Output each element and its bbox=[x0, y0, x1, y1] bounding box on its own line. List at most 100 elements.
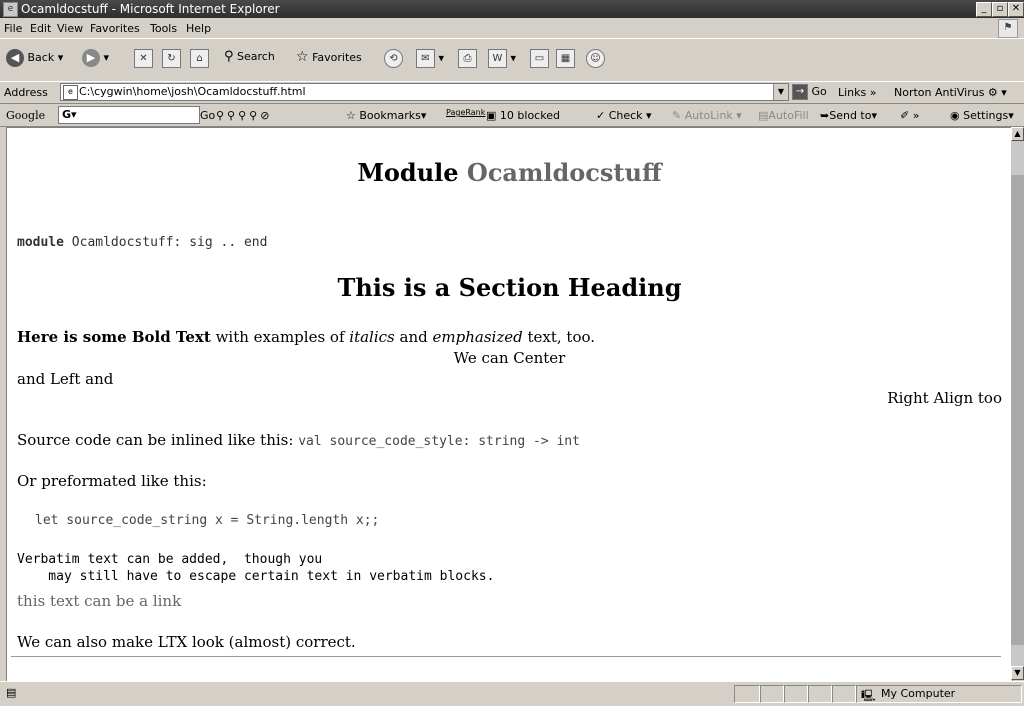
module-title-name[interactable]: Ocamldocstuff bbox=[467, 158, 662, 187]
refresh-button[interactable]: ↻ bbox=[162, 49, 181, 68]
windows-logo-icon: ⚑ bbox=[998, 19, 1018, 38]
menu-tools[interactable]: Tools bbox=[150, 22, 177, 35]
autolink-label: AutoLink bbox=[684, 109, 733, 122]
send-to-button[interactable]: ➥Send to▾ bbox=[820, 109, 877, 122]
links-label: Links bbox=[838, 86, 867, 99]
page-icon: e bbox=[63, 85, 78, 100]
google-toolbar: Google G▾ Go ⚲⚲⚲⚲⊘ ☆ Bookmarks▾ PageRank… bbox=[0, 104, 1024, 127]
scroll-down-icon[interactable]: ▼ bbox=[1011, 666, 1024, 680]
page-status-icon: ▤ bbox=[6, 686, 17, 699]
stop-button[interactable]: ✕ bbox=[134, 49, 153, 68]
google-logo: Google bbox=[6, 109, 46, 122]
module-title: Module Ocamldocstuff bbox=[7, 158, 1012, 187]
bookmarks-button[interactable]: ☆ Bookmarks▾ bbox=[346, 109, 426, 122]
scroll-thumb[interactable] bbox=[1011, 175, 1024, 645]
verbatim-line-2: may still have to escape certain text in… bbox=[17, 569, 495, 584]
popup-blocked-icon: ▣ bbox=[486, 109, 497, 122]
address-label: Address bbox=[4, 86, 48, 99]
autofill-button[interactable]: ▤AutoFill bbox=[758, 109, 809, 122]
search-icon: ⚲ bbox=[224, 49, 234, 64]
vertical-scrollbar[interactable]: ▲ ▼ bbox=[1011, 127, 1024, 680]
google-search-icons[interactable]: ⚲⚲⚲⚲⊘ bbox=[216, 109, 272, 122]
ie-icon: e bbox=[3, 2, 18, 17]
settings-button[interactable]: ◉ Settings▾ bbox=[950, 109, 1014, 122]
bold-text: Here is some Bold Text bbox=[17, 328, 211, 346]
scroll-up-icon[interactable]: ▲ bbox=[1011, 127, 1024, 141]
menu-help[interactable]: Help bbox=[186, 22, 211, 35]
pagerank-button[interactable]: PageRank bbox=[446, 108, 485, 117]
forward-button[interactable]: ▶ ▾ bbox=[82, 49, 109, 67]
settings-icon: ◉ bbox=[950, 109, 960, 122]
settings-label: Settings bbox=[963, 109, 1009, 122]
close-button[interactable]: ✕ bbox=[1008, 2, 1024, 17]
module-keyword: module bbox=[17, 235, 64, 250]
section-heading: This is a Section Heading bbox=[337, 273, 682, 302]
menu-edit[interactable]: Edit bbox=[30, 22, 51, 35]
history-icon: ⟲ bbox=[384, 49, 403, 68]
back-button[interactable]: ◀ Back ▾ bbox=[6, 49, 63, 67]
search-button[interactable]: ⚲ Search bbox=[224, 49, 275, 64]
module-signature: module Ocamldocstuff: sig .. end bbox=[17, 235, 267, 250]
search-label: Search bbox=[237, 50, 275, 63]
address-input[interactable]: e C:\cygwin\home\josh\Ocamldocstuff.html… bbox=[60, 83, 789, 101]
standard-toolbar: ◀ Back ▾ ▶ ▾ ✕ ↻ ⌂ ⚲ Search ☆ Favorites … bbox=[0, 39, 1024, 82]
verbatim-line-1: Verbatim text can be added, though you bbox=[17, 552, 323, 567]
messenger-icon: ☺ bbox=[586, 49, 605, 68]
bold-paragraph: Here is some Bold Text with examples of … bbox=[17, 328, 595, 346]
emphasized-text: emphasized bbox=[432, 328, 523, 346]
status-bar: ▤ 🖳 My Computer bbox=[0, 681, 1024, 705]
google-go-button[interactable]: Go bbox=[200, 109, 215, 122]
edit-button[interactable]: W ▾ bbox=[488, 49, 516, 68]
links-button[interactable]: Links » bbox=[838, 86, 877, 99]
star-icon: ☆ bbox=[296, 49, 309, 65]
left-text: and Left and bbox=[17, 370, 114, 388]
back-arrow-icon: ◀ bbox=[6, 49, 24, 67]
status-pane bbox=[784, 685, 808, 703]
menu-bar: File Edit View Favorites Tools Help ⚑ bbox=[0, 18, 1024, 39]
back-label: Back bbox=[27, 51, 55, 64]
right-text: Right Align too bbox=[887, 389, 1002, 407]
norton-button[interactable]: Norton AntiVirus ⚙ ▾ bbox=[894, 86, 1007, 99]
latex-paragraph: We can also make LTX look (almost) corre… bbox=[17, 633, 356, 651]
menu-view[interactable]: View bbox=[57, 22, 83, 35]
menu-favorites[interactable]: Favorites bbox=[90, 22, 140, 35]
status-pane bbox=[832, 685, 856, 703]
inline-code-intro: Source code can be inlined like this: bbox=[17, 431, 294, 449]
favorites-button[interactable]: ☆ Favorites bbox=[296, 49, 362, 65]
menu-file[interactable]: File bbox=[4, 22, 22, 35]
maximize-button[interactable]: ▫ bbox=[992, 2, 1008, 17]
refresh-icon: ↻ bbox=[162, 49, 181, 68]
spell-check-icon: ✓ bbox=[596, 109, 606, 122]
research-button[interactable]: ▦ bbox=[556, 49, 575, 68]
research-icon: ▦ bbox=[556, 49, 575, 68]
spell-check-button[interactable]: ✓ Check ▾ bbox=[596, 109, 652, 122]
address-bar: Address e C:\cygwin\home\josh\Ocamldocst… bbox=[0, 81, 1024, 104]
inline-code: val source_code_style: string -> int bbox=[298, 434, 580, 449]
mail-button[interactable]: ✉ ▾ bbox=[416, 49, 444, 68]
address-dropdown-icon[interactable]: ▼ bbox=[773, 84, 788, 100]
autolink-button[interactable]: ✎ AutoLink ▾ bbox=[672, 109, 742, 122]
blocked-label: 10 blocked bbox=[499, 109, 560, 122]
text-with-examples: with examples of bbox=[215, 328, 345, 346]
popup-blocker-button[interactable]: ▣ 10 blocked bbox=[486, 109, 560, 122]
window-title: Ocamldocstuff - Microsoft Internet Explo… bbox=[21, 2, 280, 16]
go-button[interactable]: → Go bbox=[792, 84, 827, 100]
mail-icon: ✉ bbox=[416, 49, 435, 68]
highlight-button[interactable]: ✐ » bbox=[900, 109, 919, 122]
home-button[interactable]: ⌂ bbox=[190, 49, 209, 68]
minimize-button[interactable]: _ bbox=[976, 2, 992, 17]
stop-icon: ✕ bbox=[134, 49, 153, 68]
centered-text: We can Center bbox=[453, 349, 566, 367]
norton-label: Norton AntiVirus bbox=[894, 86, 985, 99]
text-link[interactable]: this text can be a link bbox=[17, 592, 181, 610]
autofill-icon: ▤ bbox=[758, 109, 769, 122]
go-arrow-icon: → bbox=[792, 84, 808, 100]
google-g-icon: G▾ bbox=[62, 108, 77, 121]
print-button[interactable]: ⎙ bbox=[458, 49, 477, 68]
messenger-button[interactable]: ☺ bbox=[586, 49, 605, 68]
google-search-input[interactable]: G▾ bbox=[58, 106, 200, 124]
preformatted-code: let source_code_string x = String.length… bbox=[35, 513, 380, 528]
history-button[interactable]: ⟲ bbox=[384, 49, 403, 68]
discuss-icon: ▭ bbox=[530, 49, 549, 68]
discuss-button[interactable]: ▭ bbox=[530, 49, 549, 68]
